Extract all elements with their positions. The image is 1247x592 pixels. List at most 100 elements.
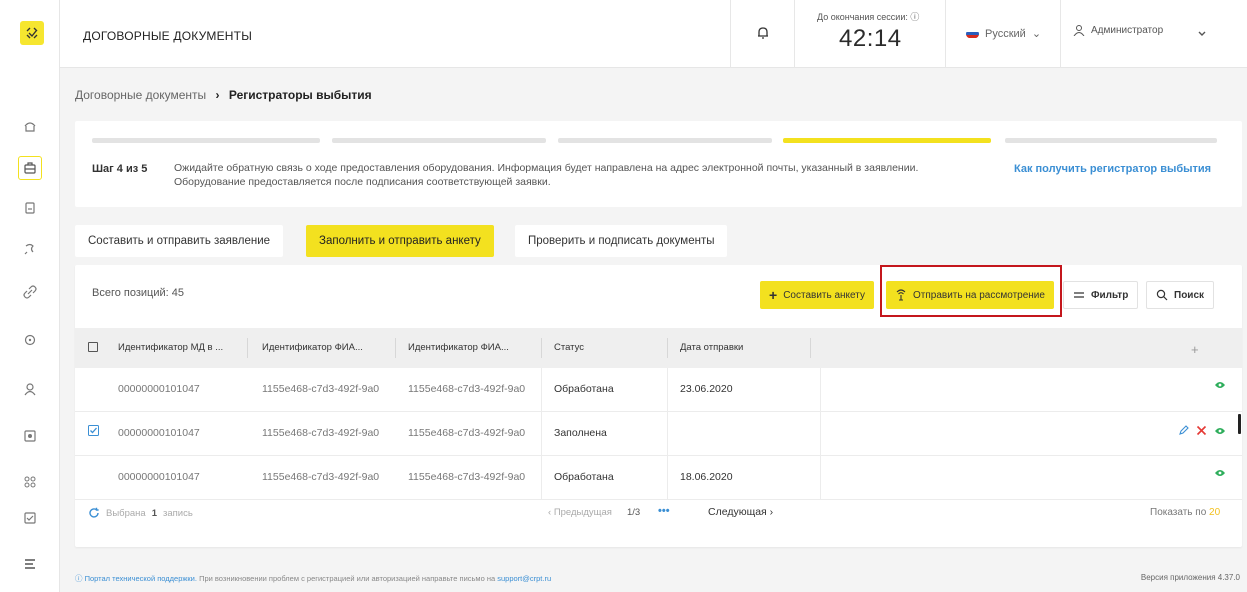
calculator-icon[interactable] — [18, 424, 42, 448]
select-all-checkbox[interactable] — [88, 342, 98, 352]
row-actions — [1178, 425, 1226, 436]
selection-info: Выбрана 1 запись — [88, 507, 193, 519]
plus-icon: + — [769, 287, 778, 303]
cell-status: Заполнена — [554, 427, 607, 439]
cell-fia1: 1155e468-c7d3-492f-9a0 — [262, 471, 380, 483]
question-icon: ⓘ — [75, 574, 83, 583]
top-bar: ДОГОВОРНЫЕ ДОКУМЕНТЫ До окончания сессии… — [60, 0, 1247, 68]
user-name: Администратор — [1091, 24, 1164, 36]
column-header-status[interactable]: Статус — [554, 342, 584, 353]
edit-icon[interactable] — [1178, 425, 1189, 436]
search-icon — [1156, 289, 1168, 301]
more-pages-button[interactable]: ••• — [658, 505, 670, 517]
chevron-down-icon: ⌄ — [1031, 28, 1042, 40]
tab-compose-application[interactable]: Составить и отправить заявление — [75, 225, 284, 257]
column-resize-handle[interactable] — [810, 338, 811, 358]
search-label: Поиск — [1174, 289, 1205, 301]
transfer-icon[interactable] — [18, 237, 42, 261]
highlight-frame — [880, 265, 1062, 317]
menu-icon[interactable] — [18, 552, 42, 576]
support-email-link[interactable]: support@crpt.ru — [497, 574, 551, 583]
chevron-down-icon[interactable] — [1197, 28, 1207, 41]
footer-text: При возникновении проблем с регистрацией… — [199, 574, 496, 583]
checklist-icon[interactable] — [18, 506, 42, 530]
bell-icon[interactable] — [754, 24, 772, 42]
app-title: ДОГОВОРНЫЕ ДОКУМЕНТЫ — [83, 29, 253, 43]
language-selector[interactable]: Русский ⌄ — [966, 27, 1041, 40]
filter-button[interactable]: Фильтр — [1063, 281, 1139, 309]
column-divider — [820, 368, 821, 412]
search-button[interactable]: Поиск — [1146, 281, 1215, 309]
next-page-button[interactable]: Следующая › — [708, 506, 773, 518]
breadcrumb-parent[interactable]: Договорные документы — [75, 88, 206, 102]
tab-fill-questionnaire[interactable]: Заполнить и отправить анкету — [306, 225, 494, 257]
refresh-icon[interactable] — [18, 328, 42, 352]
grid-icon[interactable] — [18, 470, 42, 494]
column-resize-handle[interactable] — [395, 338, 396, 358]
app-version: Версия приложения 4.37.0 — [1140, 573, 1240, 582]
cell-fia1: 1155e468-c7d3-492f-9a0 — [262, 383, 380, 395]
eye-icon[interactable] — [1214, 427, 1226, 435]
add-column-icon[interactable]: + — [1191, 342, 1199, 357]
user-menu[interactable]: Администратор — [1073, 24, 1163, 36]
document-icon[interactable] — [18, 196, 42, 220]
prev-page-button[interactable]: ‹ Предыдущая — [548, 507, 612, 518]
session-timer: 42:14 — [839, 25, 902, 52]
cell-status: Обработана — [554, 471, 614, 483]
per-page-selector[interactable]: Показать по 20 — [1150, 507, 1220, 518]
page-indicator: 1/3 — [627, 507, 641, 518]
divider — [730, 0, 731, 68]
column-header-fia2[interactable]: Идентификатор ФИА... — [408, 342, 509, 353]
delete-icon[interactable] — [1196, 425, 1207, 436]
column-divider — [820, 456, 821, 500]
refresh-icon[interactable] — [88, 507, 100, 519]
column-divider — [667, 412, 668, 456]
step-label: Шаг 4 из 5 — [92, 163, 148, 175]
scrollbar[interactable] — [1238, 414, 1241, 434]
create-questionnaire-label: Составить анкету — [783, 289, 865, 301]
selection-suffix: запись — [163, 507, 193, 519]
session-label: До окончания сессии: ⓘ — [817, 12, 920, 22]
table-card: Всего позиций: 45 + Составить анкету Отп… — [75, 265, 1242, 547]
total-count: Всего позиций: 45 — [92, 287, 184, 299]
column-divider — [667, 456, 668, 500]
row-actions — [1214, 469, 1226, 477]
table-row[interactable]: 00000000101047 1155e468-c7d3-492f-9a0 11… — [75, 368, 1242, 412]
step-description: Ожидайте обратную связь о ходе предостав… — [174, 162, 919, 188]
filter-label: Фильтр — [1091, 289, 1129, 301]
logo-icon[interactable] — [20, 21, 44, 45]
support-portal-link[interactable]: Портал технической поддержки. — [85, 574, 197, 583]
column-header-date[interactable]: Дата отправки — [680, 342, 743, 353]
breadcrumb-separator: › — [215, 88, 220, 102]
step-progress-1 — [92, 138, 320, 143]
column-resize-handle[interactable] — [247, 338, 248, 358]
home-icon[interactable] — [18, 114, 42, 138]
row-actions — [1214, 381, 1226, 389]
filter-icon — [1074, 292, 1084, 298]
column-divider — [541, 368, 542, 412]
table-row[interactable]: 00000000101047 1155e468-c7d3-492f-9a0 11… — [75, 412, 1242, 456]
column-resize-handle[interactable] — [541, 338, 542, 358]
cell-date: 18.06.2020 — [680, 471, 733, 483]
create-questionnaire-button[interactable]: + Составить анкету — [760, 281, 874, 309]
eye-icon[interactable] — [1214, 469, 1226, 477]
column-resize-handle[interactable] — [667, 338, 668, 358]
row-checkbox[interactable] — [88, 425, 99, 439]
column-header-fia1[interactable]: Идентификатор ФИА... — [262, 342, 363, 353]
tab-verify-documents[interactable]: Проверить и подписать документы — [515, 225, 728, 257]
eye-icon[interactable] — [1214, 381, 1226, 389]
table-row[interactable]: 00000000101047 1155e468-c7d3-492f-9a0 11… — [75, 456, 1242, 500]
step-progress-4 — [783, 138, 991, 143]
cell-md-id: 00000000101047 — [118, 383, 200, 395]
briefcase-icon[interactable] — [18, 156, 42, 180]
divider — [1060, 0, 1061, 68]
cell-fia2: 1155e468-c7d3-492f-9a0 — [408, 427, 526, 439]
column-header-md-id[interactable]: Идентификатор МД в ... — [118, 342, 223, 353]
column-divider — [667, 368, 668, 412]
selection-prefix: Выбрана — [106, 507, 146, 519]
sidebar — [0, 0, 60, 592]
link-icon[interactable] — [18, 280, 42, 304]
user-icon[interactable] — [18, 377, 42, 401]
divider — [794, 0, 795, 68]
how-to-get-link[interactable]: Как получить регистратор выбытия — [1014, 163, 1211, 175]
